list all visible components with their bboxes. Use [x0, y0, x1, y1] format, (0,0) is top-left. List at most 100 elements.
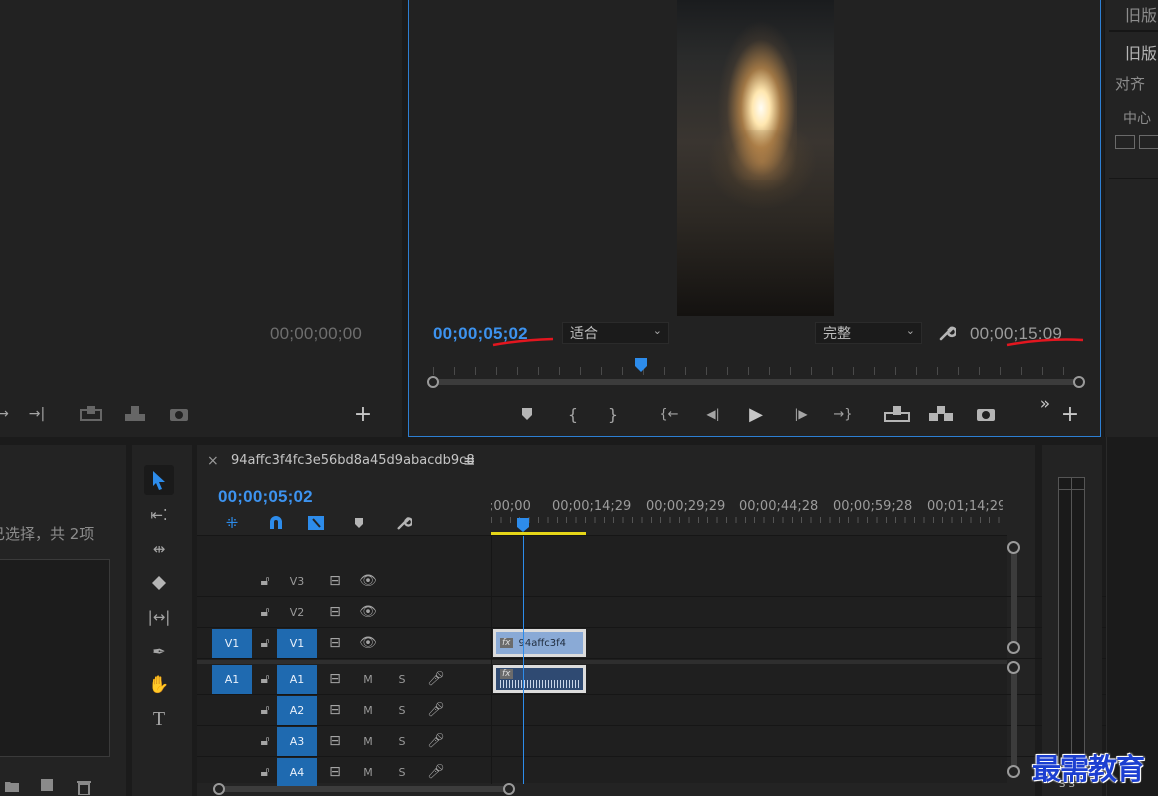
insert-clip-icon[interactable] — [78, 404, 104, 424]
step-forward-icon[interactable]: |▶ — [791, 404, 811, 424]
hand-tool-icon[interactable]: ✋ — [146, 673, 172, 697]
export-frame-icon[interactable] — [975, 404, 997, 424]
lock-icon[interactable]: 🔓︎ — [255, 763, 275, 781]
ripple-edit-tool-icon[interactable]: ⇹ — [146, 537, 172, 561]
source-patch-a1[interactable]: A1 — [212, 665, 252, 694]
eye-icon[interactable]: 👁︎ — [357, 572, 379, 590]
program-time-ruler[interactable] — [433, 357, 1079, 375]
microphone-icon[interactable]: 🎤︎ — [425, 670, 447, 688]
new-item-icon[interactable] — [38, 779, 54, 793]
solo-button[interactable]: S — [391, 763, 413, 781]
mute-button[interactable]: M — [357, 670, 379, 688]
mark-out-icon[interactable]: } — [605, 404, 621, 424]
lock-icon[interactable]: 🔓︎ — [255, 670, 275, 688]
razor-tool-icon[interactable] — [146, 571, 172, 595]
timeline-playhead-icon[interactable] — [516, 517, 530, 533]
go-to-out-icon[interactable]: →} — [831, 404, 855, 424]
align-horizontal-center-icon[interactable] — [1115, 135, 1135, 149]
sync-lock-icon[interactable]: ⊟ — [325, 670, 345, 688]
meter-channel-right — [1071, 477, 1085, 783]
sync-lock-icon[interactable]: ⊟ — [325, 572, 345, 590]
sync-lock-icon[interactable]: ⊟ — [325, 634, 345, 652]
source-patch-v1[interactable]: V1 — [212, 629, 252, 658]
timeline-vertical-scrollbar[interactable] — [1007, 541, 1021, 781]
timeline-horizontal-scrollbar[interactable] — [213, 783, 1013, 795]
step-back-icon[interactable]: ◀| — [703, 404, 723, 424]
project-thumbnail-area[interactable] — [0, 559, 110, 757]
lock-icon[interactable]: 🔓︎ — [255, 603, 275, 621]
program-zoom-scrollbar[interactable] — [427, 376, 1085, 388]
sequence-tab-title[interactable]: 94affc3f4fc3e56bd8a45d9abacdb9c8 — [231, 453, 475, 468]
microphone-icon[interactable]: 🎤︎ — [425, 701, 447, 719]
right-panel-row-1[interactable]: 旧版 — [1125, 2, 1157, 26]
scrollbar-handle-right[interactable] — [1073, 376, 1085, 388]
solo-button[interactable]: S — [391, 701, 413, 719]
timeline-timecode[interactable]: 00;00;05;02 — [218, 487, 313, 507]
slip-tool-icon[interactable]: |↔| — [146, 605, 172, 629]
right-panel-row-2[interactable]: 旧版 — [1125, 40, 1157, 64]
add-marker-icon[interactable] — [351, 513, 367, 533]
new-bin-icon[interactable] — [4, 779, 20, 793]
scrollbar-handle-right[interactable] — [503, 783, 515, 795]
track-target-a2[interactable]: A2 — [277, 696, 317, 725]
sync-lock-icon[interactable]: ⊟ — [325, 732, 345, 750]
zoom-select[interactable]: 适合 ⌄ — [562, 322, 669, 344]
solo-button[interactable]: S — [391, 732, 413, 750]
mute-button[interactable]: M — [357, 763, 379, 781]
selection-tool[interactable] — [144, 465, 174, 495]
align-vertical-center-icon[interactable] — [1139, 135, 1158, 149]
sync-lock-icon[interactable]: ⊟ — [325, 603, 345, 621]
linked-selection-icon[interactable] — [305, 513, 327, 533]
go-to-in-icon[interactable]: {← — [657, 404, 681, 424]
lock-icon[interactable]: 🔓︎ — [255, 634, 275, 652]
audio-clip[interactable]: fx — [493, 665, 586, 693]
lock-icon[interactable]: 🔓︎ — [255, 701, 275, 719]
lock-icon[interactable]: 🔓︎ — [255, 572, 275, 590]
lock-icon[interactable]: 🔓︎ — [255, 732, 275, 750]
wrench-icon[interactable] — [936, 322, 958, 344]
lift-icon[interactable] — [883, 404, 911, 424]
hamburger-menu-icon[interactable]: ≡ — [463, 452, 476, 470]
solo-button[interactable]: S — [391, 670, 413, 688]
scrollbar-handle[interactable] — [1007, 661, 1020, 674]
play-icon[interactable]: ▶ — [745, 402, 767, 426]
mark-in-icon[interactable]: { — [565, 404, 581, 424]
quality-select[interactable]: 完整 ⌄ — [815, 322, 922, 344]
microphone-icon[interactable]: 🎤︎ — [425, 732, 447, 750]
microphone-icon[interactable]: 🎤︎ — [425, 763, 447, 781]
pen-tool-icon[interactable]: ✒ — [146, 639, 172, 663]
export-frame-icon[interactable] — [168, 404, 190, 424]
timeline-close-button[interactable]: × — [207, 453, 219, 469]
scrollbar-handle[interactable] — [1007, 765, 1020, 778]
snap-magnet-icon[interactable] — [265, 513, 287, 533]
sync-lock-icon[interactable]: ⊟ — [325, 763, 345, 781]
eye-icon[interactable]: 👁︎ — [357, 634, 379, 652]
scrollbar-handle-left[interactable] — [213, 783, 225, 795]
playhead-icon[interactable] — [634, 357, 648, 373]
add-marker-icon[interactable] — [519, 404, 535, 424]
track-target-a3[interactable]: A3 — [277, 727, 317, 756]
sync-lock-icon[interactable]: ⊟ — [325, 701, 345, 719]
track-target-a1[interactable]: A1 — [277, 665, 317, 694]
trash-icon[interactable] — [76, 779, 92, 795]
scrollbar-handle[interactable] — [1007, 541, 1020, 554]
mute-button[interactable]: M — [357, 732, 379, 750]
track-select-tool-icon[interactable]: ⇤⁚ — [146, 503, 172, 527]
go-to-out-icon[interactable]: →| — [26, 404, 48, 424]
scrollbar-handle-left[interactable] — [427, 376, 439, 388]
timeline-ruler[interactable]: ;00;00 00;00;14;29 00;00;29;29 00;00;44;… — [491, 495, 1003, 535]
timeline-settings-wrench-icon[interactable] — [393, 513, 415, 533]
insert-icon[interactable]: → — [0, 404, 10, 424]
mute-button[interactable]: M — [357, 701, 379, 719]
type-tool-icon[interactable]: T — [146, 707, 172, 731]
source-add-button[interactable]: + — [352, 402, 374, 427]
nest-icon[interactable]: ⁜ — [221, 513, 243, 533]
overwrite-clip-icon[interactable] — [122, 404, 148, 424]
scrollbar-handle[interactable] — [1007, 641, 1020, 654]
program-add-button[interactable]: + — [1059, 402, 1081, 427]
more-controls-icon[interactable]: » — [1037, 394, 1053, 414]
eye-icon[interactable]: 👁︎ — [357, 603, 379, 621]
extract-icon[interactable] — [927, 404, 955, 424]
track-target-v1[interactable]: V1 — [277, 629, 317, 658]
video-clip[interactable]: fx 94affc3f4 — [493, 629, 586, 657]
